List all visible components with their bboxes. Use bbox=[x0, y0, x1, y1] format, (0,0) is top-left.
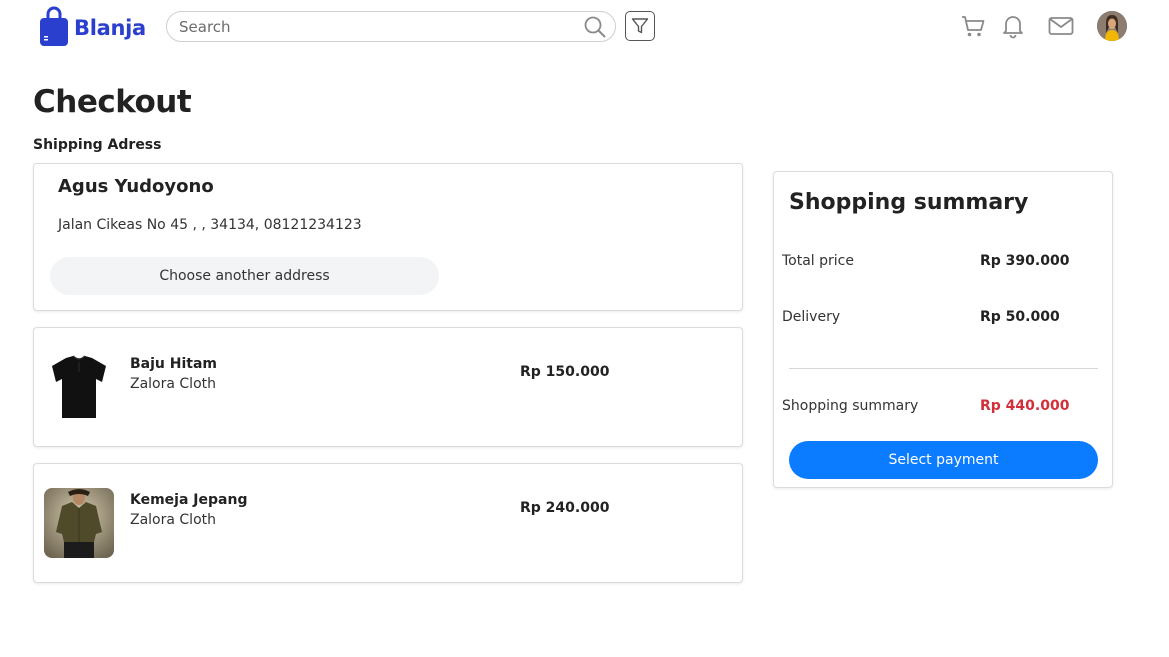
summary-title: Shopping summary bbox=[789, 190, 1029, 215]
search-input[interactable] bbox=[167, 17, 567, 36]
summary-total-label: Shopping summary bbox=[782, 398, 919, 414]
product-store: Zalora Cloth bbox=[130, 376, 217, 392]
search-bar[interactable] bbox=[166, 11, 616, 42]
product-name: Baju Hitam bbox=[130, 356, 218, 372]
bell-icon[interactable] bbox=[999, 12, 1027, 40]
summary-total-value: Rp 440.000 bbox=[980, 398, 1070, 414]
summary-divider bbox=[789, 368, 1098, 369]
filter-button[interactable] bbox=[625, 11, 655, 41]
product-image bbox=[44, 352, 114, 422]
cart-item: Baju Hitam Zalora Cloth Rp 150.000 bbox=[33, 327, 743, 447]
filter-icon bbox=[631, 18, 649, 34]
product-store: Zalora Cloth bbox=[130, 512, 217, 528]
shipping-address-card: Agus Yudoyono Jalan Cikeas No 45 , , 341… bbox=[33, 163, 743, 311]
shopping-summary-card: Shopping summary Total price Rp 390.000 … bbox=[773, 171, 1113, 488]
shopping-bag-icon bbox=[38, 6, 70, 46]
page-title: Checkout bbox=[33, 84, 192, 120]
search-icon[interactable] bbox=[583, 15, 607, 39]
brand-name: Blanja bbox=[74, 16, 146, 40]
top-navbar: Blanja bbox=[0, 0, 1169, 54]
product-price: Rp 240.000 bbox=[520, 500, 610, 516]
shipping-address-label: Shipping Adress bbox=[33, 137, 162, 153]
brand-logo[interactable]: Blanja bbox=[38, 6, 146, 46]
recipient-name: Agus Yudoyono bbox=[58, 176, 214, 197]
address-detail: Jalan Cikeas No 45 , , 34134, 0812123412… bbox=[58, 217, 362, 233]
total-price-label: Total price bbox=[782, 253, 854, 269]
choose-address-button[interactable]: Choose another address bbox=[50, 257, 439, 295]
mail-icon[interactable] bbox=[1047, 12, 1075, 40]
cart-item: Kemeja Jepang Zalora Cloth Rp 240.000 bbox=[33, 463, 743, 583]
delivery-label: Delivery bbox=[782, 309, 841, 325]
select-payment-button[interactable]: Select payment bbox=[789, 441, 1098, 479]
user-avatar[interactable] bbox=[1097, 11, 1127, 41]
total-price-value: Rp 390.000 bbox=[980, 253, 1070, 269]
cart-icon[interactable] bbox=[959, 12, 987, 40]
product-name: Kemeja Jepang bbox=[130, 492, 248, 508]
delivery-value: Rp 50.000 bbox=[980, 309, 1060, 325]
product-price: Rp 150.000 bbox=[520, 364, 610, 380]
product-image bbox=[44, 488, 114, 558]
